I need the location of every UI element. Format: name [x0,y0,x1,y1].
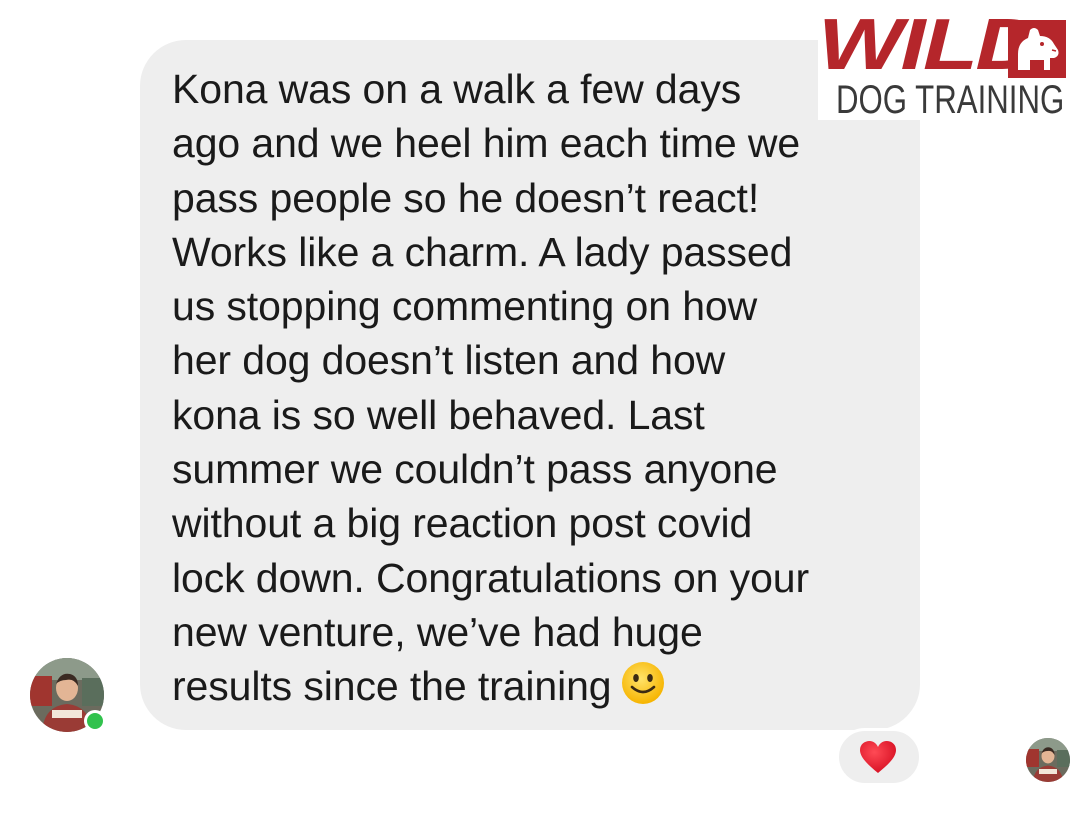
bulldog-icon [1008,20,1066,78]
red-heart-icon [860,741,896,773]
message-body: Kona was on a walk a few days ago and we… [172,66,810,710]
logo-wordmark: WILD [818,5,1040,85]
online-status-dot [84,710,106,732]
wild-dog-training-logo: WILD DOG TRAINING [818,5,1070,122]
read-receipt-avatar [1026,738,1070,782]
message-text: Kona was on a walk a few days ago and we… [172,62,912,714]
slightly-smiling-face-icon [621,662,664,705]
logo-subtitle: DOG TRAINING [836,78,1065,122]
